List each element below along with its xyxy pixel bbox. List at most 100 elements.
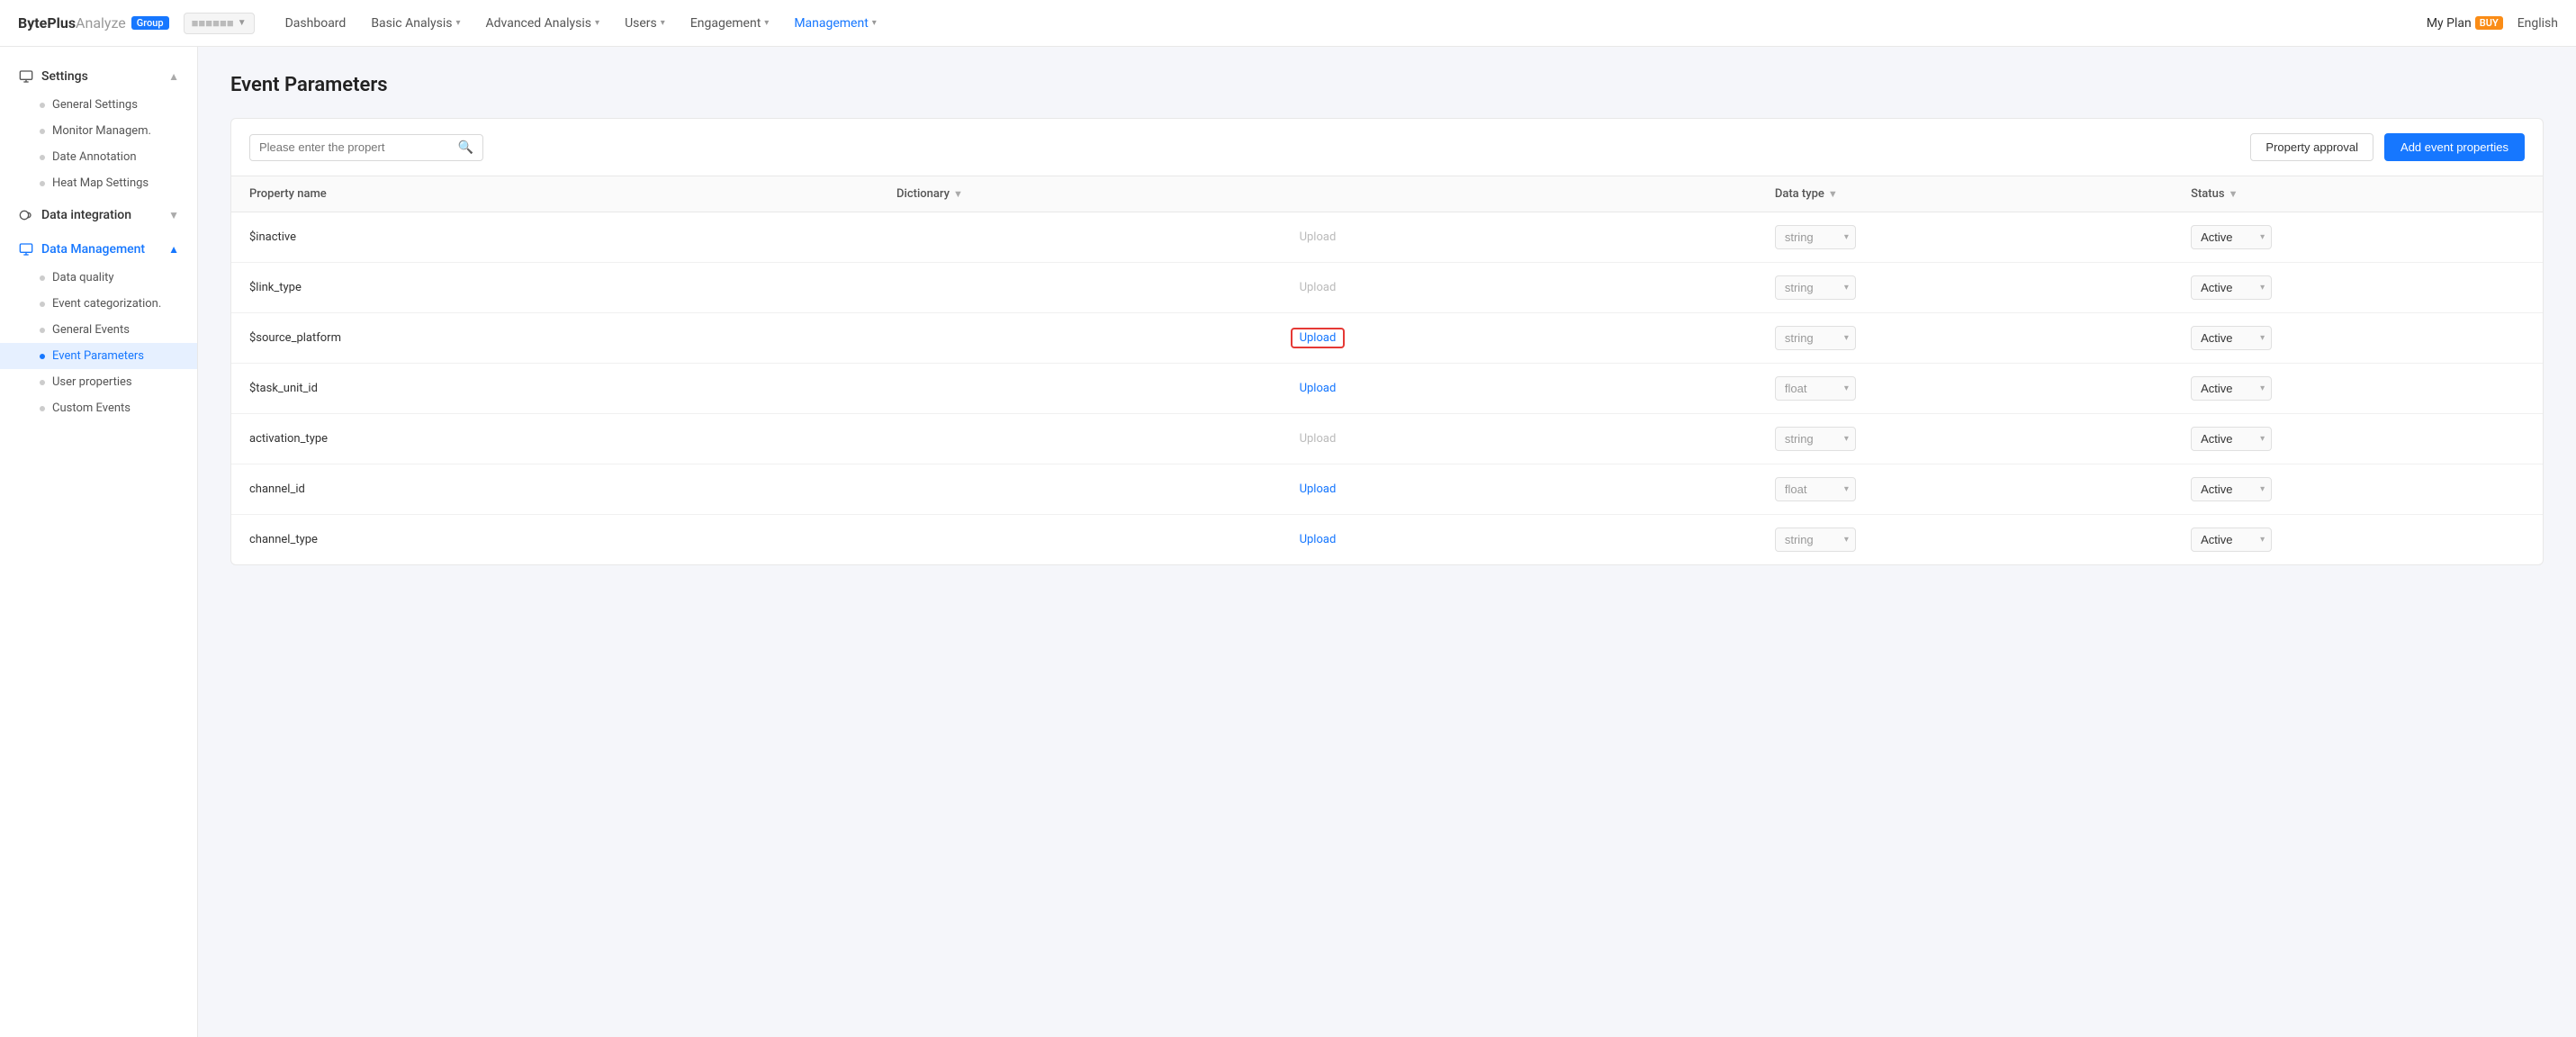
buy-badge: BUY [2475,16,2503,30]
dot-icon [40,380,45,385]
nav-basic-analysis[interactable]: Basic Analysis ▾ [360,11,471,36]
sidebar-section-settings-header[interactable]: Settings ▲ [0,61,197,92]
table-row: channel_idUploadfloat▾Active▾ [231,464,2543,515]
nav-advanced-analysis[interactable]: Advanced Analysis ▾ [475,11,611,36]
dot-icon [40,406,45,411]
status-select[interactable]: Active [2191,275,2272,300]
table-row: $task_unit_id Upload float▾Active▾ [231,364,2543,414]
data-type-cell: float▾ [1757,464,2173,515]
property-name-cell: $source_platform [231,313,878,364]
status-select[interactable]: Active [2191,427,2272,451]
status-filter-icon[interactable]: ▼ [2229,188,2238,200]
data-integration-collapse-icon: ▼ [168,209,179,221]
data-type-select[interactable]: string [1775,326,1856,350]
my-plan[interactable]: My Plan BUY [2427,16,2503,31]
status-select[interactable]: Active [2191,326,2272,350]
dot-icon [40,129,45,134]
upload-plain: Upload [1300,230,1337,244]
status-select[interactable]: Active [2191,376,2272,401]
sidebar-section-data-management-header[interactable]: Data Management ▲ [0,234,197,265]
property-approval-button[interactable]: Property approval [2250,133,2373,161]
property-name-cell: $task_unit_id [231,364,878,414]
nav-engagement-arrow: ▾ [764,18,769,28]
th-data-type: Data type ▼ [1757,176,2173,212]
status-cell: Active▾ [2173,313,2543,364]
sidebar-section-data-integration-header[interactable]: Data integration ▼ [0,200,197,230]
dot-icon [40,328,45,333]
dot-icon [40,275,45,281]
data-type-select[interactable]: string [1775,275,1856,300]
status-select[interactable]: Active [2191,225,2272,249]
upload-highlighted-link[interactable]: Upload [1291,328,1346,348]
nav-right: My Plan BUY English [2427,16,2558,31]
dictionary-cell: Upload [878,364,1757,414]
data-type-cell: string▾ [1757,414,2173,464]
dictionary-cell: Upload [878,313,1757,364]
status-select[interactable]: Active [2191,477,2272,501]
dictionary-filter-icon[interactable]: ▼ [953,188,963,200]
dot-icon [40,354,45,359]
table-row: $source_platformUploadstring▾Active▾ [231,313,2543,364]
dot-icon [40,181,45,186]
sidebar-item-monitor-management[interactable]: Monitor Managem. [0,118,197,144]
property-name-cell: channel_type [231,515,878,565]
settings-collapse-icon: ▲ [168,70,179,83]
table-row: channel_typeUploadstring▾Active▾ [231,515,2543,565]
property-name-cell: activation_type [231,414,878,464]
language-selector[interactable]: English [2517,16,2558,31]
sidebar-section-data-integration: Data integration ▼ [0,200,197,230]
nav-users[interactable]: Users ▾ [614,11,676,36]
data-type-cell: float▾ [1757,364,2173,414]
upload-plain: Upload [1300,432,1337,446]
dictionary-cell: Upload [878,212,1757,263]
sidebar-item-general-settings[interactable]: General Settings [0,92,197,118]
main-layout: Settings ▲ General Settings Monitor Mana… [0,47,2576,1037]
upload-link[interactable]: Upload [1300,382,1337,395]
event-parameters-table-container: 🔍 Property approval Add event properties… [230,118,2544,565]
sidebar-item-user-properties[interactable]: User properties [0,369,197,395]
data-type-cell: string▾ [1757,263,2173,313]
th-status: Status ▼ [2173,176,2543,212]
table-row: $link_typeUploadstring▾Active▾ [231,263,2543,313]
nav-engagement[interactable]: Engagement ▾ [680,11,780,36]
search-input[interactable] [259,140,453,154]
nav-dashboard[interactable]: Dashboard [275,11,357,36]
data-type-select[interactable]: string [1775,528,1856,552]
sidebar-item-event-parameters[interactable]: Event Parameters [0,343,197,369]
sidebar-item-general-events[interactable]: General Events [0,317,197,343]
nav-items: Dashboard Basic Analysis ▾ Advanced Anal… [275,11,2421,36]
sidebar-item-heat-map-settings[interactable]: Heat Map Settings [0,170,197,196]
upload-link[interactable]: Upload [1300,482,1337,496]
dictionary-cell: Upload [878,263,1757,313]
sidebar-item-custom-events[interactable]: Custom Events [0,395,197,421]
sidebar-section-settings: Settings ▲ General Settings Monitor Mana… [0,61,197,196]
table-row: activation_typeUploadstring▾Active▾ [231,414,2543,464]
status-select[interactable]: Active [2191,528,2272,552]
nav-basic-analysis-arrow: ▾ [455,18,460,28]
dot-icon [40,155,45,160]
status-cell: Active▾ [2173,364,2543,414]
dot-icon [40,302,45,307]
data-type-select[interactable]: float [1775,477,1856,501]
property-name-cell: channel_id [231,464,878,515]
sidebar-item-data-quality[interactable]: Data quality [0,265,197,291]
data-type-select[interactable]: float [1775,376,1856,401]
nav-advanced-analysis-arrow: ▾ [595,18,599,28]
data-type-select[interactable]: string [1775,427,1856,451]
data-management-icon [18,241,34,257]
upload-link[interactable]: Upload [1300,533,1337,546]
project-selector[interactable]: ■■■■■■ ▼ [184,13,255,34]
status-cell: Active▾ [2173,212,2543,263]
settings-items: General Settings Monitor Managem. Date A… [0,92,197,196]
data-type-select[interactable]: string [1775,225,1856,249]
add-event-properties-button[interactable]: Add event properties [2384,133,2525,161]
data-type-filter-icon[interactable]: ▼ [1828,188,1838,200]
sidebar-item-date-annotation[interactable]: Date Annotation [0,144,197,170]
property-name-cell: $link_type [231,263,878,313]
sidebar-item-event-categorization[interactable]: Event categorization. [0,291,197,317]
nav-management[interactable]: Management ▾ [783,11,887,36]
toolbar: 🔍 Property approval Add event properties [231,119,2543,176]
search-box[interactable]: 🔍 [249,134,483,161]
th-property-name: Property name [231,176,878,212]
group-badge: Group [131,16,169,30]
